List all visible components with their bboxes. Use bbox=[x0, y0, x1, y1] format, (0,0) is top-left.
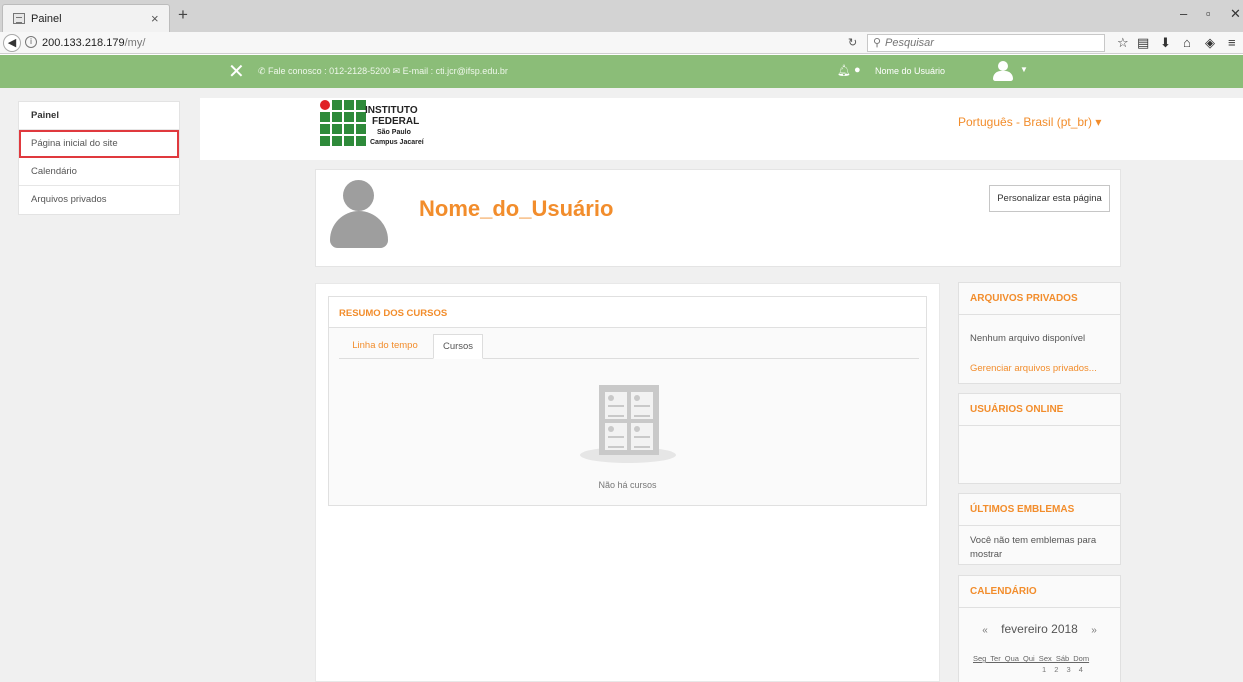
user-avatar-icon[interactable] bbox=[991, 60, 1015, 82]
browser-search-input[interactable] bbox=[885, 36, 1095, 50]
profile-name: Nome_do_Usuário bbox=[419, 196, 614, 221]
logo-line-2: FEDERAL bbox=[372, 116, 420, 127]
calendar-title: CALENDÁRIO bbox=[959, 576, 1120, 608]
back-arrow-icon[interactable]: ◀ bbox=[3, 34, 21, 52]
customize-page-button[interactable]: Personalizar esta página bbox=[989, 185, 1110, 212]
url-bar[interactable]: 200.133.218.179/my/ bbox=[42, 37, 145, 49]
sidebar-item-calendar[interactable]: Calendário bbox=[19, 158, 179, 186]
online-users-block: USUÁRIOS ONLINE bbox=[958, 393, 1121, 484]
page-favicon-icon bbox=[13, 13, 25, 24]
url-path: /my/ bbox=[124, 37, 146, 49]
logo-line-4: Campus Jacareí bbox=[370, 139, 424, 146]
search-icon: ⚲ bbox=[873, 37, 882, 49]
user-menu-name[interactable]: Nome do Usuário bbox=[875, 66, 945, 76]
close-sidebar-icon[interactable]: ✕ bbox=[228, 59, 245, 84]
logo-line-3: São Paulo bbox=[377, 129, 411, 136]
url-host: 200.133.218.179 bbox=[42, 37, 125, 49]
sidebar-nav: Painel Página inicial do site Calendário… bbox=[18, 101, 180, 215]
pocket-icon[interactable]: ◈ bbox=[1205, 35, 1215, 51]
reload-icon[interactable]: ↻ bbox=[848, 36, 857, 49]
private-files-empty-text: Nenhum arquivo disponível bbox=[970, 333, 1086, 344]
contact-info: ✆ Fale conosco : 012-2128-5200 ✉ E-mail … bbox=[258, 66, 508, 76]
tab-title: Painel bbox=[31, 13, 62, 25]
online-users-title: USUÁRIOS ONLINE bbox=[959, 394, 1120, 426]
minimize-icon[interactable]: – bbox=[1180, 6, 1187, 21]
browser-nav-bar: ◀ i 200.133.218.179/my/ ↻ ⚲ ☆ ▤ ⬇ ⌂ ◈ ≡ bbox=[0, 32, 1243, 54]
tab-timeline[interactable]: Linha do tempo bbox=[339, 334, 431, 359]
site-top-bar: ✕ ✆ Fale conosco : 012-2128-5200 ✉ E-mai… bbox=[0, 55, 1243, 88]
private-files-block: ARQUIVOS PRIVADOS Nenhum arquivo disponí… bbox=[958, 282, 1121, 384]
private-files-title: ARQUIVOS PRIVADOS bbox=[959, 283, 1120, 315]
latest-badges-block: ÚLTIMOS EMBLEMAS Você não tem emblemas p… bbox=[958, 493, 1121, 565]
calendar-first-week: 1 2 3 4 bbox=[1042, 665, 1083, 674]
calendar-block: CALENDÁRIO « fevereiro 2018 » Seg Ter Qu… bbox=[958, 575, 1121, 682]
profile-avatar-icon[interactable] bbox=[328, 178, 390, 248]
browser-search-box[interactable]: ⚲ bbox=[867, 34, 1105, 52]
window-close-icon[interactable]: ✕ bbox=[1230, 6, 1241, 22]
calendar-next-month[interactable]: » bbox=[1091, 625, 1097, 636]
latest-badges-title: ÚLTIMOS EMBLEMAS bbox=[959, 494, 1120, 526]
tab-close-icon[interactable]: × bbox=[151, 11, 159, 26]
browser-tab[interactable]: Painel × bbox=[2, 4, 170, 32]
user-menu-caret-icon[interactable]: ▼ bbox=[1020, 65, 1028, 74]
browser-tab-bar: Painel × + – ▫ ✕ bbox=[0, 0, 1243, 32]
logo-line-1: INSTITUTO bbox=[365, 105, 418, 116]
logo-red-dot bbox=[320, 100, 330, 110]
download-icon[interactable]: ⬇ bbox=[1160, 35, 1171, 51]
calendar-month-label: fevereiro 2018 bbox=[1001, 622, 1078, 636]
no-courses-message: Não há cursos bbox=[598, 480, 657, 490]
no-badges-text: Você não tem emblemas para mostrar bbox=[970, 535, 1097, 560]
tab-courses[interactable]: Cursos bbox=[433, 334, 483, 359]
empty-courses-icon bbox=[578, 383, 678, 469]
calendar-prev-month[interactable]: « bbox=[982, 625, 988, 636]
calendar-weekdays: Seg Ter Qua Qui Sex Sáb Dom bbox=[973, 654, 1090, 663]
course-overview-title: RESUMO DOS CURSOS bbox=[329, 297, 926, 328]
menu-icon[interactable]: ≡ bbox=[1228, 35, 1236, 50]
institution-logo[interactable]: INSTITUTO FEDERAL São Paulo Campus Jacar… bbox=[320, 100, 440, 150]
home-icon[interactable]: ⌂ bbox=[1183, 35, 1191, 50]
language-selector[interactable]: Português - Brasil (pt_br) ▾ bbox=[958, 115, 1101, 129]
bookmark-star-icon[interactable]: ☆ bbox=[1117, 35, 1129, 51]
new-tab-button[interactable]: + bbox=[178, 5, 188, 25]
site-info-icon[interactable]: i bbox=[25, 36, 37, 48]
sidebar-item-site-home[interactable]: Página inicial do site bbox=[19, 130, 179, 158]
library-icon[interactable]: ▤ bbox=[1137, 35, 1149, 51]
messages-icon[interactable]: ● bbox=[854, 64, 861, 76]
maximize-icon[interactable]: ▫ bbox=[1206, 6, 1211, 21]
course-overview-block: RESUMO DOS CURSOS Linha do tempo Cursos … bbox=[328, 296, 927, 506]
profile-header: Nome_do_Usuário Personalizar esta página bbox=[315, 169, 1121, 267]
site-header: INSTITUTO FEDERAL São Paulo Campus Jacar… bbox=[200, 98, 1243, 160]
notification-bell-icon[interactable]: 🔔︎ bbox=[837, 64, 851, 77]
sidebar-item-private-files[interactable]: Arquivos privados bbox=[19, 186, 179, 214]
sidebar-item-painel[interactable]: Painel bbox=[19, 102, 179, 130]
manage-private-files-link[interactable]: Gerenciar arquivos privados... bbox=[959, 363, 1120, 374]
calendar-month-nav: « fevereiro 2018 » bbox=[959, 622, 1120, 636]
